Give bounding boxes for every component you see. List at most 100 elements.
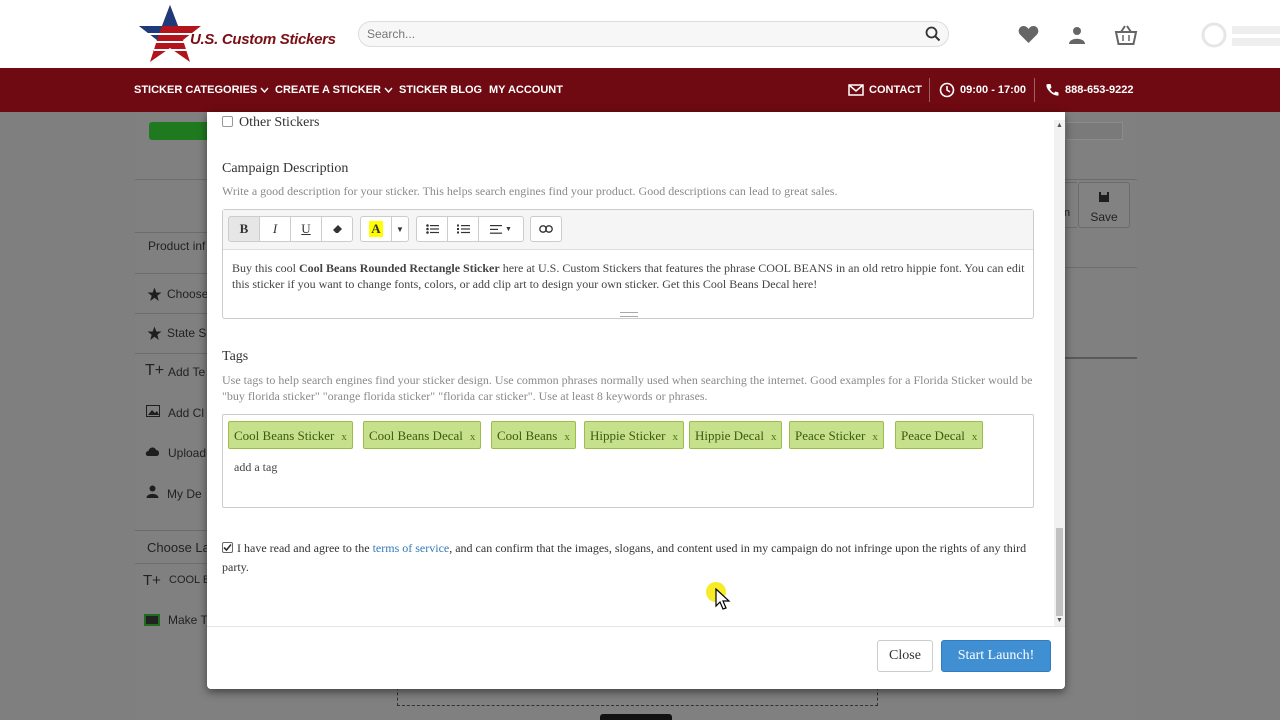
highlight-color-button[interactable]: A <box>360 216 392 242</box>
agree-text-prefix: I have read and agree to the <box>237 541 373 555</box>
search-icon[interactable] <box>925 26 941 42</box>
user-icon <box>146 485 159 498</box>
description-editor[interactable]: B I U A ▼ ▼ Buy this cool Cool Beans Rou… <box>222 209 1034 319</box>
close-button[interactable]: Close <box>877 640 933 672</box>
heart-icon[interactable] <box>1018 25 1039 44</box>
site-header: U.S. Custom Stickers Search... <box>0 0 1280 68</box>
tag-remove-button[interactable]: x <box>341 431 347 443</box>
background-input <box>1065 122 1123 140</box>
pointer-icon <box>715 588 731 610</box>
campaign-description-help: Write a good description for your sticke… <box>222 184 838 198</box>
resize-handle[interactable] <box>620 312 638 317</box>
tags-help: Use tags to help search engines find you… <box>222 373 1033 403</box>
modal-footer <box>207 626 1065 689</box>
tag-label: Cool Beans <box>497 428 558 443</box>
sidebar-product-info[interactable]: Product inf <box>148 239 205 253</box>
sidebar-choose-layer: Choose La <box>147 540 210 555</box>
tag-remove-button[interactable]: x <box>972 431 978 443</box>
italic-button[interactable]: I <box>259 216 291 242</box>
save-label: Save <box>1090 210 1118 224</box>
envelope-icon <box>848 84 864 96</box>
rectangle-layer-icon <box>144 614 160 626</box>
star-icon <box>147 326 162 340</box>
nav-hours: 09:00 - 17:00 <box>960 84 1027 96</box>
campaign-description-title: Campaign Description <box>222 161 349 176</box>
checkmark-icon <box>223 543 232 552</box>
numbered-list-button[interactable] <box>447 216 479 242</box>
modal-scrollbar[interactable]: ▲ ▼ <box>1054 120 1065 626</box>
nav-phone[interactable]: 888-653-9222 <box>1065 84 1134 96</box>
category-label: Other Stickers <box>239 115 320 130</box>
align-left-icon <box>490 224 503 234</box>
link-button[interactable] <box>530 216 562 242</box>
sidebar-choose[interactable]: Choose <box>167 287 208 301</box>
tag: Hippie Sticker x <box>584 421 684 449</box>
underline-button[interactable]: U <box>290 216 322 242</box>
description-text[interactable]: Buy this cool Cool Beans Rounded Rectang… <box>232 260 1032 292</box>
tag-label: Hippie Sticker <box>590 428 666 443</box>
tag-remove-button[interactable]: x <box>872 431 878 443</box>
site-logo[interactable]: U.S. Custom Stickers <box>136 4 336 64</box>
tag-remove-button[interactable]: x <box>672 431 678 443</box>
chevron-down-icon <box>384 87 393 94</box>
tag-label: Hippie Decal <box>695 428 764 443</box>
sidebar-upload[interactable]: Upload <box>168 446 206 460</box>
start-launch-button[interactable]: Start Launch! <box>941 640 1051 672</box>
modal-body: Other Stickers Campaign Description Writ… <box>207 112 1054 626</box>
nav-my-account[interactable]: MY ACCOUNT <box>489 84 563 96</box>
nav-contact[interactable]: CONTACT <box>869 84 922 96</box>
nav-sticker-blog[interactable]: STICKER BLOG <box>399 84 482 96</box>
cloud-upload-icon <box>145 447 160 456</box>
add-tag-input[interactable]: add a tag <box>234 460 277 475</box>
tag-remove-button[interactable]: x <box>771 431 777 443</box>
clock-icon <box>939 82 955 98</box>
editor-toolbar: B I U A ▼ ▼ <box>223 210 1033 250</box>
chevron-down-icon <box>260 87 269 94</box>
tag-label: Peace Sticker <box>795 428 866 443</box>
nav-create-a-sticker[interactable]: CREATE A STICKER <box>275 84 393 96</box>
description-bold: Cool Beans Rounded Rectangle Sticker <box>299 261 500 275</box>
tag-label: Peace Decal <box>901 428 965 443</box>
text-tool-icon: T+ <box>145 362 165 379</box>
tag: Cool Beans Decal x <box>363 421 482 449</box>
tag: Cool Beans Sticker x <box>228 421 353 449</box>
basket-icon[interactable] <box>1114 24 1138 46</box>
scroll-up-arrow[interactable]: ▲ <box>1056 122 1063 129</box>
launch-modal: Other Stickers Campaign Description Writ… <box>207 112 1065 689</box>
tags-title: Tags <box>222 349 249 364</box>
search-input[interactable]: Search... <box>358 21 949 47</box>
tag: Hippie Decal x <box>689 421 783 449</box>
scrollbar-thumb[interactable] <box>1056 528 1063 616</box>
layer-make-item[interactable]: Make T <box>168 613 208 627</box>
eraser-button[interactable] <box>321 216 353 242</box>
bold-button[interactable]: B <box>228 216 260 242</box>
tag-label: Cool Beans Sticker <box>234 428 335 443</box>
sidebar-add-text[interactable]: Add Te <box>168 365 205 379</box>
save-button[interactable]: Save <box>1078 182 1130 228</box>
phone-icon <box>1046 84 1059 96</box>
scroll-down-arrow[interactable]: ▼ <box>1056 617 1063 624</box>
canvas-handle <box>600 714 672 720</box>
nav-sticker-categories[interactable]: STICKER CATEGORIES <box>134 84 269 96</box>
star-icon <box>147 287 162 301</box>
tag-remove-button[interactable]: x <box>470 431 476 443</box>
terms-agreement: I have read and agree to the terms of se… <box>222 539 1044 577</box>
align-dropdown[interactable]: ▼ <box>478 216 524 242</box>
user-icon[interactable] <box>1068 26 1086 44</box>
sidebar-state[interactable]: State S <box>167 326 206 340</box>
sidebar-add-clipart[interactable]: Add Cl <box>168 406 204 420</box>
checkbox[interactable] <box>222 116 233 127</box>
layer-text-item[interactable]: COOL B <box>169 574 210 586</box>
bullet-list-button[interactable] <box>416 216 448 242</box>
canvas-outline <box>397 687 878 706</box>
terms-of-service-link[interactable]: terms of service <box>373 541 450 555</box>
main-nav: STICKER CATEGORIES CREATE A STICKER STIC… <box>0 68 1280 112</box>
tags-input[interactable]: Cool Beans Sticker x Cool Beans Decal x Co… <box>222 414 1034 508</box>
sidebar-my-designs[interactable]: My De <box>167 487 202 501</box>
agree-checkbox[interactable] <box>222 542 233 553</box>
tag: Peace Sticker x <box>789 421 884 449</box>
tag: Peace Decal x <box>895 421 984 449</box>
color-dropdown[interactable]: ▼ <box>391 216 409 242</box>
tag-remove-button[interactable]: x <box>564 431 570 443</box>
category-option[interactable]: Other Stickers <box>222 115 319 131</box>
